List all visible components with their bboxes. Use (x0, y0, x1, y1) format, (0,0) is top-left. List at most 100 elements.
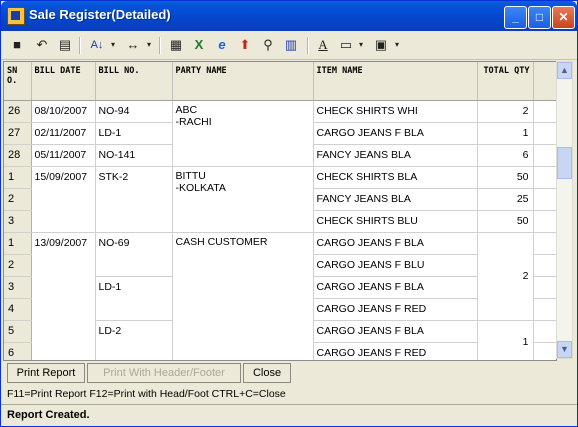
cell-bill-no: NO-94 (95, 100, 173, 123)
print-header-footer-button[interactable]: Print With Header/Footer (87, 363, 241, 383)
column-width-icon[interactable]: ↔ (123, 37, 143, 53)
cell-sno: 28 (4, 144, 32, 167)
cell-item-name: FANCY JEANS BLA (313, 144, 478, 167)
cell-party-name: CASH CUSTOMER (172, 232, 314, 360)
title-bar[interactable]: Sale Register(Detailed) _ □ ✕ (1, 1, 577, 31)
cell-bill-date: 02/11/2007 (31, 122, 96, 145)
report-table: SN O. BILL DATE BILL NO. PARTY NAME ITEM… (4, 62, 556, 360)
font-icon[interactable]: A (315, 37, 331, 53)
cell-bill-no: STK-2 (95, 166, 173, 233)
cell-item-name: CARGO JEANS F BLA (313, 122, 478, 145)
cell-bill-date: 15/09/2007 (31, 166, 96, 233)
cell-item-name: CARGO JEANS F BLA (313, 276, 478, 299)
cell-bill-no: LD-1 (95, 122, 173, 145)
minimize-button[interactable]: _ (504, 6, 527, 29)
close-window-button[interactable]: ✕ (552, 6, 575, 29)
cell-item-name: CHECK SHIRTS WHI (313, 100, 478, 123)
cell-party-name: ABC -RACHI (172, 100, 314, 167)
status-bar: Report Created. (1, 404, 577, 426)
toolbar: ■ ↶ ▤ A↓ ▾ ↔ ▾ ▦ X e ⬆ ⚲ ▥ A ▭ ▾ ▣ ▾ (1, 31, 577, 60)
party-city-line: -RACHI (175, 115, 212, 128)
cell-bill-no: LD-1 (95, 276, 173, 321)
chevron-down-icon[interactable]: ▾ (357, 37, 365, 53)
clipboard-icon[interactable]: ▦ (168, 37, 184, 53)
cell-sno: 26 (4, 100, 32, 123)
cell-qty: 25 (477, 188, 534, 211)
cell-item-name: CARGO JEANS F RED (313, 342, 478, 360)
save-icon[interactable]: ■ (9, 37, 25, 53)
cell-item-name: FANCY JEANS BLA (313, 188, 478, 211)
vertical-scrollbar[interactable]: ▲ ▼ (556, 61, 573, 359)
chevron-down-icon[interactable]: ▾ (393, 37, 401, 53)
col-header-bill-date[interactable]: BILL DATE (31, 62, 96, 101)
toolbar-separator (79, 37, 81, 54)
cell-bill-no: NO-141 (95, 144, 173, 167)
find-icon[interactable]: ⚲ (260, 37, 276, 53)
table-row[interactable]: 26 08/10/2007 NO-94 ABC -RACHI CHECK SHIR… (4, 100, 556, 167)
chevron-down-icon[interactable]: ▾ (109, 37, 117, 53)
maximize-icon: □ (535, 10, 544, 24)
col-header-total-qty[interactable]: TOTAL QTY (477, 62, 534, 101)
cell-sno: 2 (4, 188, 32, 211)
print-preview-icon[interactable]: ▭ (338, 37, 354, 53)
col-header-party-name[interactable]: PARTY NAME (172, 62, 314, 101)
cell-sno: 4 (4, 298, 32, 321)
col-header-spacer (533, 62, 556, 101)
cell-qty: 1 (477, 122, 534, 145)
cell-qty: 50 (477, 166, 534, 189)
cell-sno: 27 (4, 122, 32, 145)
undo-icon[interactable]: ↶ (34, 37, 50, 53)
close-icon: ✕ (558, 10, 569, 24)
chevron-down-icon[interactable]: ▾ (145, 37, 153, 53)
scroll-up-button[interactable]: ▲ (557, 62, 572, 79)
chart-icon[interactable]: ▥ (283, 37, 299, 53)
scroll-down-button[interactable]: ▼ (557, 341, 572, 358)
cell-qty: 6 (477, 144, 534, 167)
table-row[interactable]: 1 13/09/2007 NO-69 CASH CUSTOMER CARGO J… (4, 232, 556, 360)
cell-sno: 3 (4, 276, 32, 299)
excel-icon[interactable]: X (191, 37, 207, 53)
cell-bill-no: LD-2 (95, 320, 173, 360)
cell-qty: 50 (477, 210, 534, 233)
table-header-row: SN O. BILL DATE BILL NO. PARTY NAME ITEM… (4, 62, 556, 101)
cell-bill-no: NO-69 (95, 232, 173, 277)
party-name-line: ABC (175, 103, 198, 116)
cell-sno: 2 (4, 254, 32, 277)
col-header-bill-no[interactable]: BILL NO. (95, 62, 173, 101)
cell-qty: 2 (477, 232, 534, 321)
cell-sno: 6 (4, 342, 32, 360)
cell-item-name: CARGO JEANS F BLU (313, 254, 478, 277)
shortcut-help-text: F11=Print Report F12=Print with Head/Foo… (7, 388, 286, 400)
party-city-line: -KOLKATA (175, 181, 226, 194)
cell-sno: 1 (4, 232, 32, 255)
cell-bill-date: 05/11/2007 (31, 144, 96, 167)
copy-icon[interactable]: ▤ (57, 37, 73, 53)
scroll-thumb[interactable] (557, 147, 572, 179)
sale-register-window: Sale Register(Detailed) _ □ ✕ ■ ↶ ▤ A↓ ▾… (0, 0, 578, 427)
cell-item-name: CHECK SHIRTS BLA (313, 166, 478, 189)
cell-item-name: CARGO JEANS F RED (313, 298, 478, 321)
upload-arrow-icon[interactable]: ⬆ (237, 37, 253, 53)
app-icon (7, 7, 25, 25)
maximize-button[interactable]: □ (528, 6, 551, 29)
report-grid[interactable]: SN O. BILL DATE BILL NO. PARTY NAME ITEM… (3, 61, 557, 361)
sort-az-icon[interactable]: A↓ (87, 37, 107, 53)
chevron-up-icon: ▲ (560, 65, 569, 75)
cell-party-name: BITTU -KOLKATA (172, 166, 314, 233)
chevron-down-icon: ▼ (560, 344, 569, 354)
close-button[interactable]: Close (243, 363, 291, 383)
cell-sno: 3 (4, 210, 32, 233)
table-row[interactable]: 1 15/09/2007 STK-2 BITTU -KOLKATA CHECK S… (4, 166, 556, 233)
cell-sno: 1 (4, 166, 32, 189)
cell-qty: 2 (477, 100, 534, 123)
cell-bill-date: 13/09/2007 (31, 232, 96, 360)
party-name-line: CASH CUSTOMER (175, 235, 268, 248)
printer-icon[interactable]: ▣ (373, 37, 389, 53)
col-header-item-name[interactable]: ITEM NAME (313, 62, 478, 101)
cell-sno: 5 (4, 320, 32, 343)
print-report-button[interactable]: Print Report (7, 363, 85, 383)
status-text: Report Created. (7, 409, 90, 421)
internet-explorer-icon[interactable]: e (214, 37, 230, 53)
col-header-sno[interactable]: SN O. (4, 62, 32, 101)
cell-item-name: CARGO JEANS F BLA (313, 320, 478, 343)
